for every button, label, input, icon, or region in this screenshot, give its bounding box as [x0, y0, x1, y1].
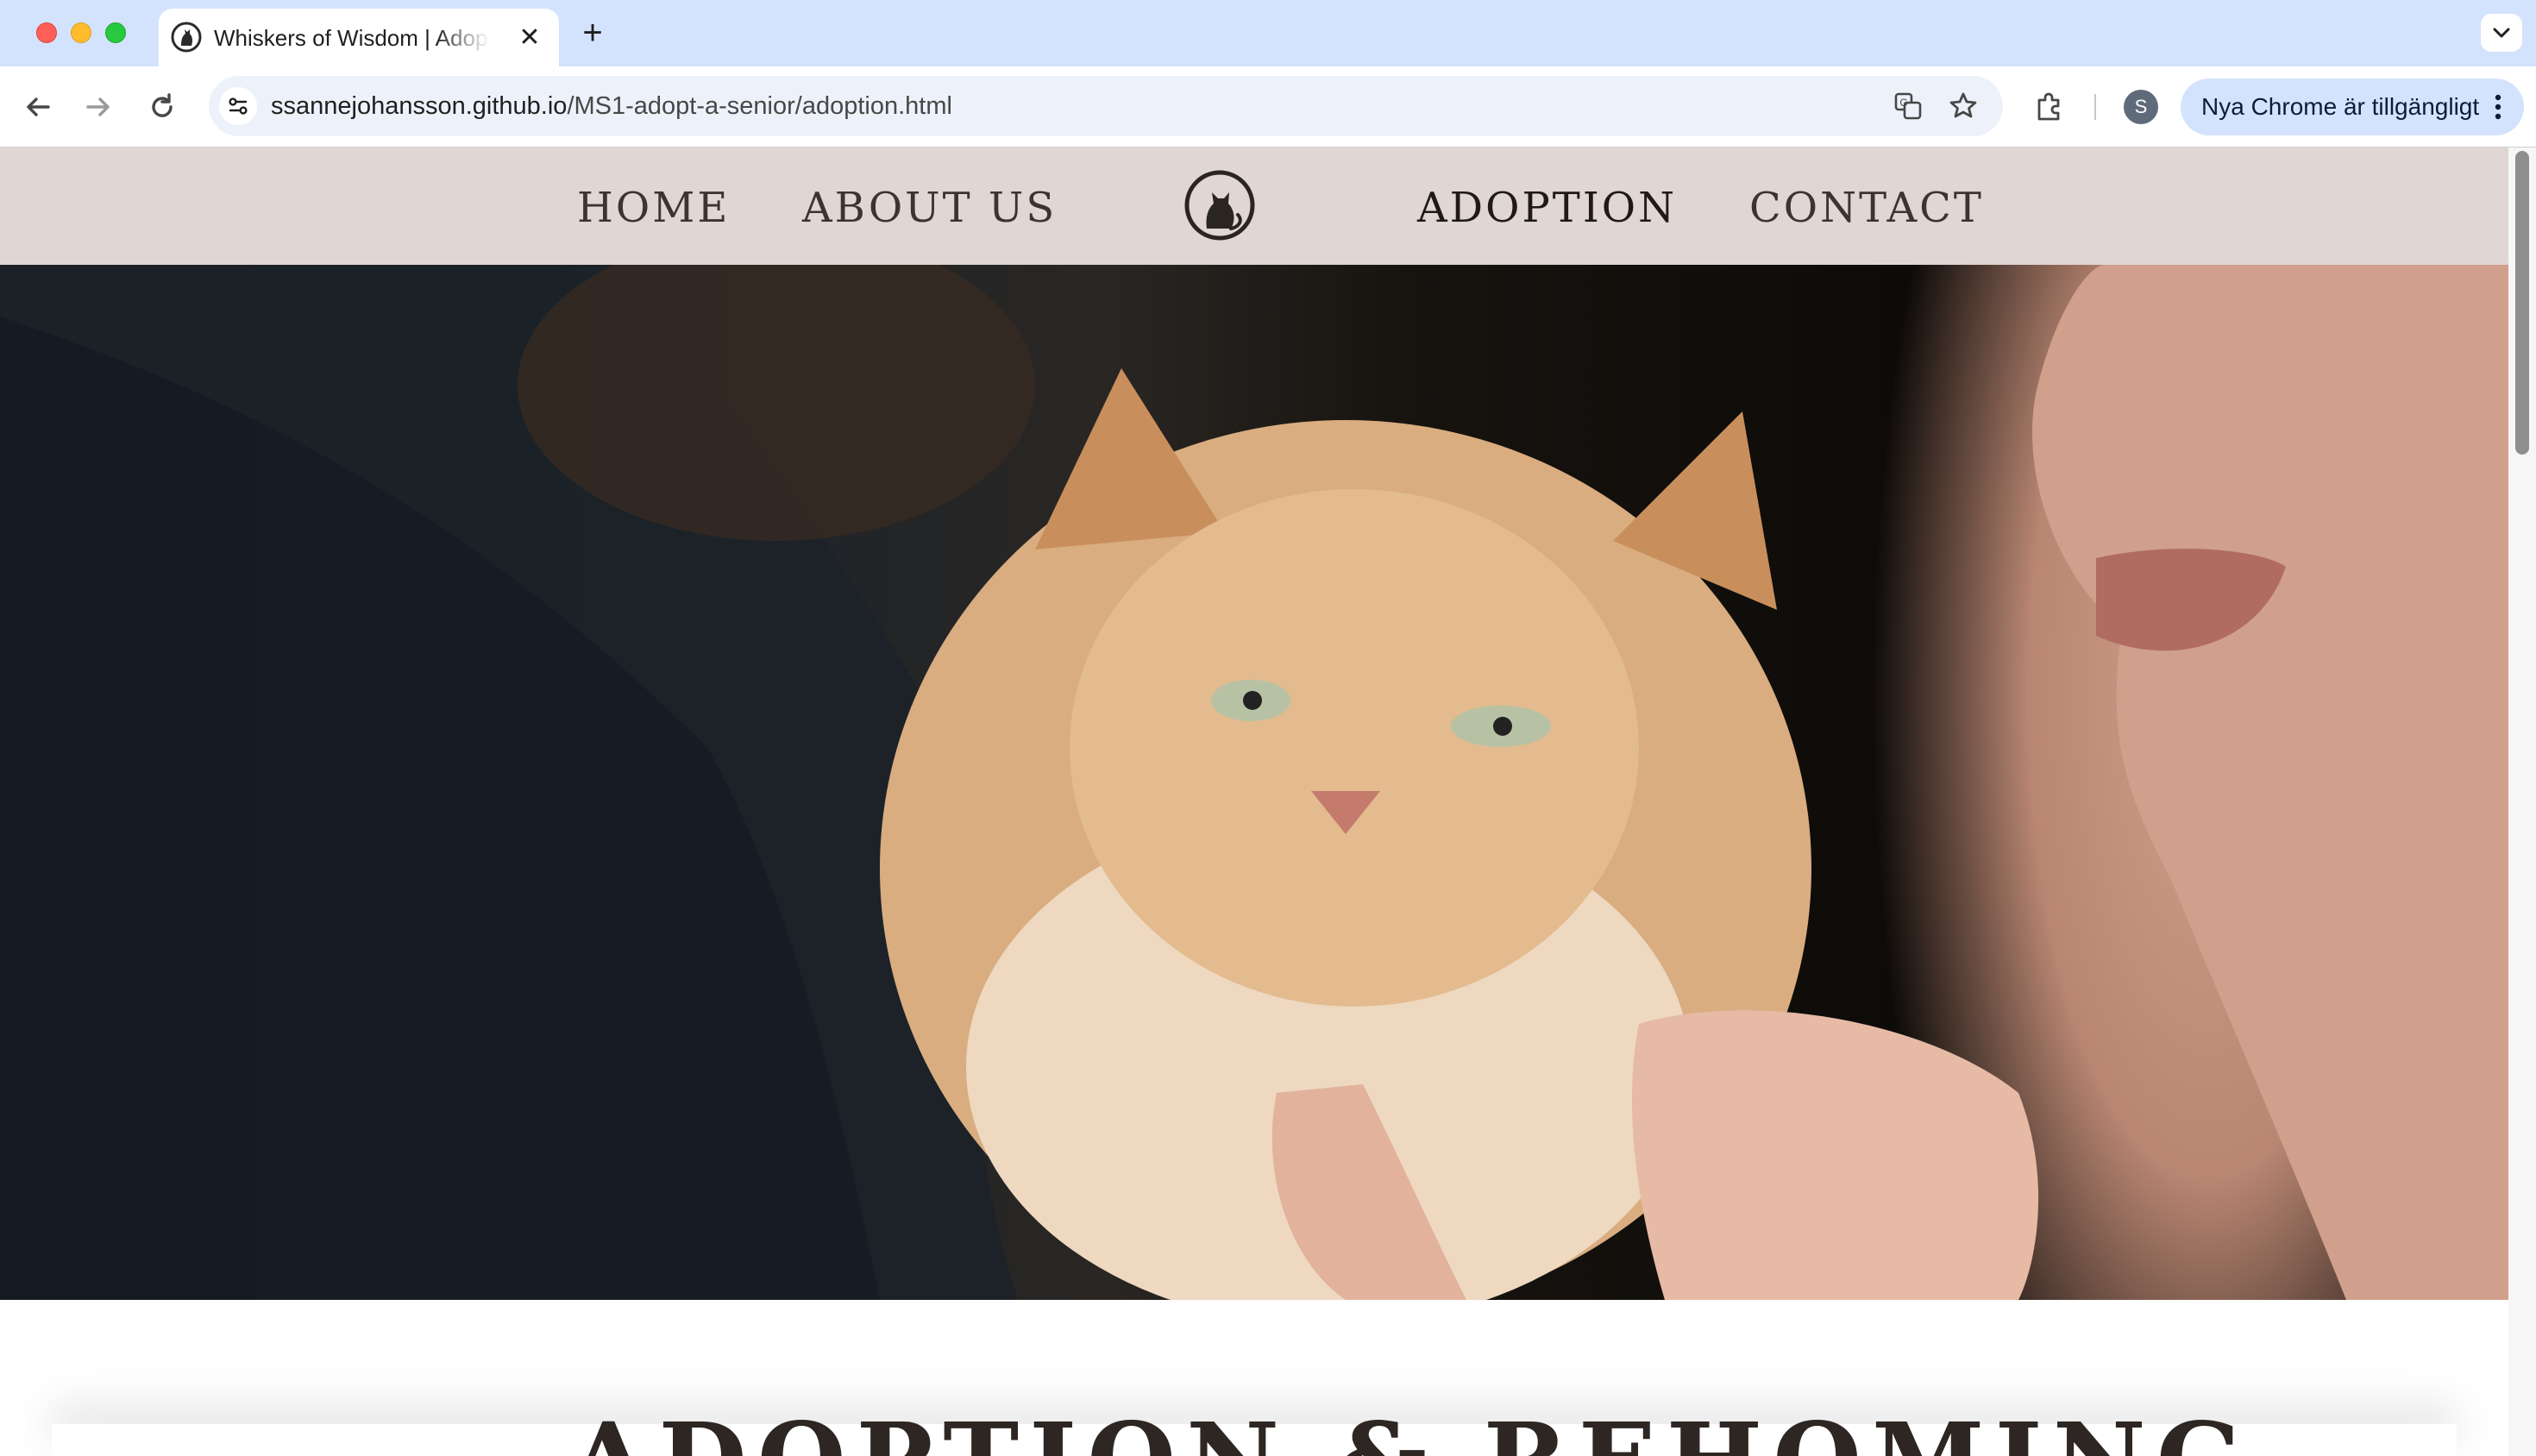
site-navbar: HOME ABOUT US ADOPTION CONTACT: [0, 147, 2508, 265]
reload-icon[interactable]: [143, 88, 181, 126]
nav-contact-link[interactable]: CONTACT: [1749, 180, 1984, 235]
profile-avatar[interactable]: S: [2124, 90, 2158, 124]
browser-tab-active[interactable]: Whiskers of Wisdom | Adoption ✕: [159, 9, 559, 66]
svg-text:G: G: [1899, 97, 1907, 109]
close-window-button[interactable]: [36, 22, 57, 43]
url-host: ssannejohansson.github.io: [271, 92, 568, 120]
hero-photo-shapes: [0, 265, 2508, 1300]
tab-close-icon[interactable]: ✕: [514, 22, 545, 53]
chrome-update-button[interactable]: Nya Chrome är tillgängligt: [2181, 78, 2524, 135]
hero-image: [0, 265, 2508, 1300]
page-scrollbar[interactable]: [2508, 147, 2536, 1456]
site-info-icon: [229, 97, 248, 115]
tab-list-chevron-icon: [2493, 28, 2510, 38]
browser-toolbar: ssannejohansson.github.io/MS1-adopt-a-se…: [0, 66, 2536, 147]
forward-icon[interactable]: [79, 88, 117, 126]
browser-tab-bar: Whiskers of Wisdom | Adoption ✕ +: [0, 0, 2536, 66]
cat-logo-icon[interactable]: [1183, 168, 1257, 242]
back-icon[interactable]: [19, 88, 57, 126]
url-text[interactable]: ssannejohansson.github.io/MS1-adopt-a-se…: [271, 91, 952, 121]
tab-title: Whiskers of Wisdom | Adoption: [214, 25, 490, 51]
zoom-window-button[interactable]: [105, 22, 126, 43]
translate-icon[interactable]: G: [1889, 87, 1927, 125]
update-button-label: Nya Chrome är tillgängligt: [2201, 93, 2480, 120]
scrollbar-thumb[interactable]: [2515, 151, 2529, 455]
nav-home-link[interactable]: HOME: [577, 180, 730, 235]
nav-adoption-link[interactable]: ADOPTION: [1417, 180, 1677, 235]
page-viewport: HOME ABOUT US ADOPTION CONTACT: [0, 147, 2508, 1456]
bookmark-star-icon[interactable]: [1944, 87, 1982, 125]
nav-about-link[interactable]: ABOUT US: [802, 180, 1057, 235]
page-heading: ADOPTION & REHOMING: [569, 1409, 2253, 1456]
kebab-menu-icon[interactable]: [2484, 91, 2512, 123]
extensions-icon[interactable]: [2031, 88, 2068, 126]
toolbar-divider: [2094, 94, 2096, 120]
url-path: /MS1-adopt-a-senior/adoption.html: [567, 92, 952, 120]
site-info-button[interactable]: [219, 87, 257, 125]
minimize-window-button[interactable]: [71, 22, 91, 43]
address-bar[interactable]: ssannejohansson.github.io/MS1-adopt-a-se…: [209, 76, 2003, 136]
tab-list-button[interactable]: [2481, 14, 2522, 52]
new-tab-button[interactable]: +: [574, 16, 611, 52]
cat-favicon-icon: [171, 22, 202, 53]
